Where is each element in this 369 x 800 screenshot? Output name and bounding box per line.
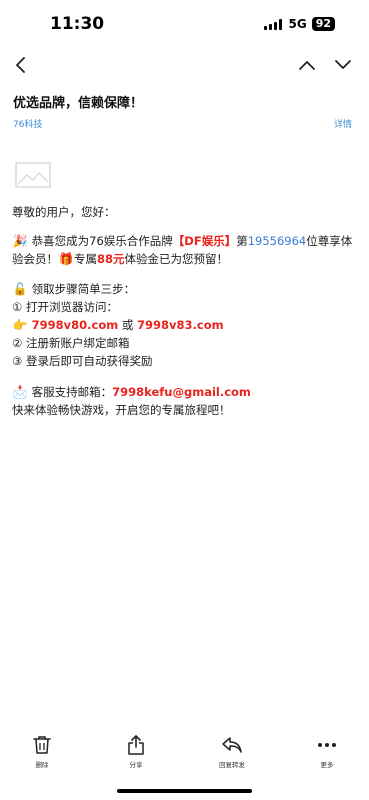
- more-label: 更多: [320, 761, 334, 769]
- share-icon: [128, 735, 144, 755]
- bonus-prefix: 专属: [74, 252, 97, 266]
- bottom-toolbar: 删除 分享 回复转发 更多: [0, 734, 369, 784]
- next-email-button[interactable]: [330, 52, 356, 78]
- step-1: ① 打开浏览器访问：: [12, 300, 118, 314]
- support-line: 📩 客服支持邮箱：7998kefu@gmail.com: [12, 383, 362, 401]
- unlock-icon: 🔓: [12, 282, 28, 296]
- status-bar: 11:30 5G 92: [0, 0, 369, 48]
- more-dots-icon: [318, 743, 336, 747]
- member-prefix: 第: [236, 234, 248, 248]
- step-3: ③ 登录后即可自动获得奖励: [12, 354, 153, 368]
- member-number: 19556964: [247, 234, 307, 248]
- step-2: ② 注册新账户绑定邮箱: [12, 336, 130, 350]
- signal-icon: [264, 18, 283, 30]
- congrats-text: 恭喜您成为76娱乐合作品牌: [28, 234, 173, 248]
- details-link[interactable]: 详情: [334, 117, 352, 130]
- url-link-2[interactable]: 7998v83.com: [137, 318, 224, 332]
- bonus-suffix: 体验金已为您预留！: [124, 252, 229, 266]
- delete-label: 删除: [35, 761, 49, 769]
- chevron-down-icon: [335, 60, 351, 69]
- reply-icon: [222, 737, 242, 753]
- chevron-left-icon: [16, 57, 25, 73]
- party-popper-icon: 🎉: [12, 234, 28, 248]
- steps-title: 🔓 领取步骤简单三步：: [12, 280, 362, 298]
- network-label: 5G: [288, 17, 307, 31]
- share-button[interactable]: 分享: [106, 734, 166, 769]
- delete-button[interactable]: 删除: [12, 734, 72, 769]
- support-email-link[interactable]: 7998kefu@gmail.com: [112, 385, 251, 399]
- image-placeholder-icon: [15, 160, 51, 190]
- pointing-hand-icon: 👉: [12, 318, 28, 332]
- greeting-text: 尊敬的用户，您好：: [12, 205, 116, 219]
- status-indicators: 5G 92: [264, 17, 335, 31]
- steps-title-text: 领取步骤简单三步：: [28, 282, 136, 296]
- closing-text: 快来体验畅快游戏，开启您的专属旅程吧！: [12, 403, 231, 417]
- or-text: 或: [118, 318, 138, 332]
- previous-email-button[interactable]: [294, 52, 320, 78]
- reply-forward-button[interactable]: 回复转发: [202, 734, 262, 769]
- nav-bar: [0, 48, 369, 82]
- support-label: 客服支持邮箱：: [28, 385, 113, 399]
- chevron-up-icon: [299, 61, 315, 70]
- support-block: 📩 客服支持邮箱：7998kefu@gmail.com 快来体验畅快游戏，开启您…: [12, 383, 362, 419]
- status-time: 11:30: [50, 14, 105, 34]
- envelope-icon: 📩: [12, 385, 28, 399]
- trash-icon: [33, 736, 51, 754]
- congrats-paragraph: 🎉 恭喜您成为76娱乐合作品牌【DF娱乐】第19556964位尊享体验会员！🎁专…: [12, 232, 362, 268]
- bonus-amount: 88元: [97, 252, 125, 266]
- sender-name[interactable]: 76科技: [13, 117, 42, 130]
- brand-name: 【DF娱乐】: [172, 234, 237, 248]
- reply-forward-label: 回复转发: [219, 761, 245, 769]
- back-button[interactable]: [8, 52, 34, 78]
- share-label: 分享: [129, 761, 143, 769]
- home-indicator: [117, 789, 252, 793]
- email-subject: 优选品牌，信赖保障！: [13, 96, 144, 111]
- url-link-1[interactable]: 7998v80.com: [32, 318, 119, 332]
- battery-badge: 92: [311, 17, 335, 31]
- steps-block: 🔓 领取步骤简单三步： ① 打开浏览器访问： 👉 7998v80.com 或 7…: [12, 280, 362, 370]
- url-line: 👉 7998v80.com 或 7998v83.com: [12, 316, 362, 334]
- gift-icon: 🎁: [58, 252, 74, 266]
- more-button[interactable]: 更多: [297, 734, 357, 769]
